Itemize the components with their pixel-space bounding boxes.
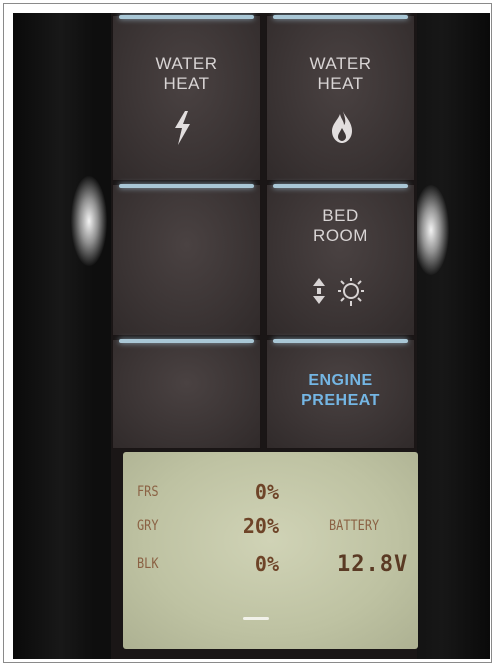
battery-voltage: 12.8V	[337, 552, 409, 577]
gray-tank-level: 20%	[242, 514, 279, 538]
light-glare-left	[71, 176, 107, 266]
black-tank-row: BLK 0% 12.8V	[137, 552, 407, 578]
thermostat-sun-icon	[311, 276, 371, 315]
flame-icon	[329, 108, 355, 149]
blank-button-left-middle[interactable]	[112, 184, 261, 336]
fresh-tank-row: FRS 0%	[137, 480, 407, 506]
lightning-bolt-icon	[171, 111, 193, 150]
fresh-tank-label: FRS	[137, 484, 159, 500]
battery-label: BATTERY	[329, 518, 380, 534]
fresh-tank-level: 0%	[254, 480, 279, 504]
bedroom-button[interactable]: BED ROOM	[266, 184, 415, 336]
engine-preheat-label: ENGINE PREHEAT	[301, 372, 380, 409]
water-heat-electric-button[interactable]: WATER HEAT	[112, 15, 261, 181]
lcd-status-display: FRS 0% GRY 20% BATTERY BLK 0% 12.8V	[123, 452, 418, 649]
water-heat-gas-label: WATER HEAT	[309, 54, 372, 93]
bedroom-label: BED ROOM	[313, 206, 368, 245]
engine-preheat-button[interactable]: ENGINE PREHEAT	[266, 339, 415, 449]
black-tank-label: BLK	[137, 556, 159, 572]
blank-button-left-bottom[interactable]	[112, 339, 261, 449]
water-heat-electric-label: WATER HEAT	[155, 54, 218, 93]
lcd-indicator-dash	[243, 617, 269, 620]
control-panel-photo: WATER HEAT WATER HEAT BED ROOM ENGINE PR…	[13, 13, 490, 659]
light-glare-right	[413, 185, 449, 275]
gray-tank-row: GRY 20% BATTERY	[137, 514, 407, 540]
image-frame: WATER HEAT WATER HEAT BED ROOM ENGINE PR…	[3, 3, 492, 663]
gray-tank-label: GRY	[137, 518, 159, 534]
black-tank-level: 0%	[254, 552, 279, 576]
water-heat-gas-button[interactable]: WATER HEAT	[266, 15, 415, 181]
